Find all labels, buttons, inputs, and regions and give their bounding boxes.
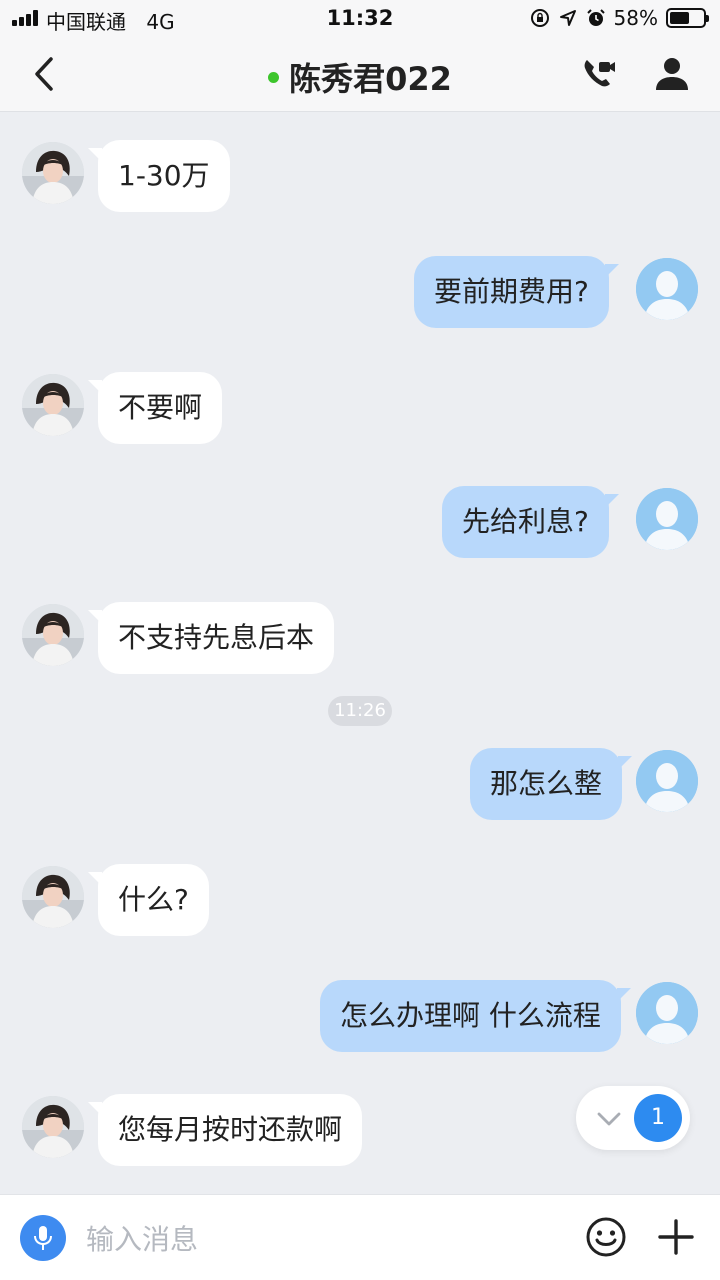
- status-icons: 58%: [530, 5, 709, 31]
- timestamp-divider: 11:26: [328, 696, 392, 726]
- user-avatar-image: [636, 982, 698, 1044]
- contact-avatar[interactable]: [22, 604, 84, 666]
- message-bubble[interactable]: 那怎么整: [470, 748, 633, 820]
- voice-input-button[interactable]: [20, 1215, 66, 1261]
- emoji-button[interactable]: [584, 1215, 628, 1259]
- message-bubble[interactable]: 先给利息?: [442, 486, 619, 558]
- message-input[interactable]: [86, 1217, 546, 1261]
- message-bubble[interactable]: 不要啊: [87, 372, 223, 444]
- more-actions-button[interactable]: [654, 1215, 698, 1259]
- orientation-lock-icon: [530, 9, 549, 27]
- status-bar: 中国联通 4G 11:32 58%: [0, 0, 720, 36]
- contact-avatar[interactable]: [22, 374, 84, 436]
- battery-icon: [666, 8, 709, 28]
- contact-avatar-image: [22, 866, 84, 928]
- scroll-to-unread-button[interactable]: 1: [576, 1086, 690, 1150]
- unread-count-badge: 1: [634, 1094, 682, 1142]
- alarm-icon: [586, 9, 605, 26]
- message-bubble[interactable]: 不支持先息后本: [87, 602, 335, 674]
- contact-avatar-image: [22, 604, 84, 666]
- location-arrow-icon: [559, 10, 576, 26]
- user-avatar-image: [636, 258, 698, 320]
- message-bubble[interactable]: 要前期费用?: [414, 256, 619, 328]
- user-avatar-image: [636, 488, 698, 550]
- user-avatar[interactable]: [636, 488, 698, 550]
- contact-avatar[interactable]: [22, 866, 84, 928]
- message-bubble[interactable]: 什么?: [88, 864, 209, 936]
- message-bubble[interactable]: 您每月按时还款啊: [87, 1094, 363, 1166]
- user-avatar[interactable]: [636, 258, 698, 320]
- person-icon: [656, 58, 688, 90]
- battery-percent: 58%: [613, 6, 658, 30]
- smiley-icon: [586, 1217, 626, 1257]
- message-composer: [0, 1194, 720, 1280]
- video-call-button[interactable]: [578, 54, 618, 94]
- contact-avatar[interactable]: [22, 142, 84, 204]
- contact-avatar-image: [22, 374, 84, 436]
- profile-button[interactable]: [652, 54, 692, 94]
- message-bubble[interactable]: 怎么办理啊 什么流程: [320, 980, 631, 1052]
- contact-avatar-image: [22, 1096, 84, 1158]
- page-title: 陈秀君022: [289, 60, 452, 98]
- microphone-icon: [34, 1226, 52, 1250]
- user-avatar-image: [636, 750, 698, 812]
- contact-avatar-image: [22, 142, 84, 204]
- user-avatar[interactable]: [636, 750, 698, 812]
- user-avatar[interactable]: [636, 982, 698, 1044]
- phone-video-icon: [584, 60, 615, 87]
- plus-icon: [658, 1219, 694, 1255]
- chat-header: 陈秀君022: [0, 36, 720, 112]
- contact-avatar[interactable]: [22, 1096, 84, 1158]
- battery-level: [670, 12, 689, 24]
- online-status-dot: [268, 71, 280, 83]
- chevron-down-icon: [597, 1112, 621, 1126]
- message-bubble[interactable]: 1-30万: [88, 140, 230, 212]
